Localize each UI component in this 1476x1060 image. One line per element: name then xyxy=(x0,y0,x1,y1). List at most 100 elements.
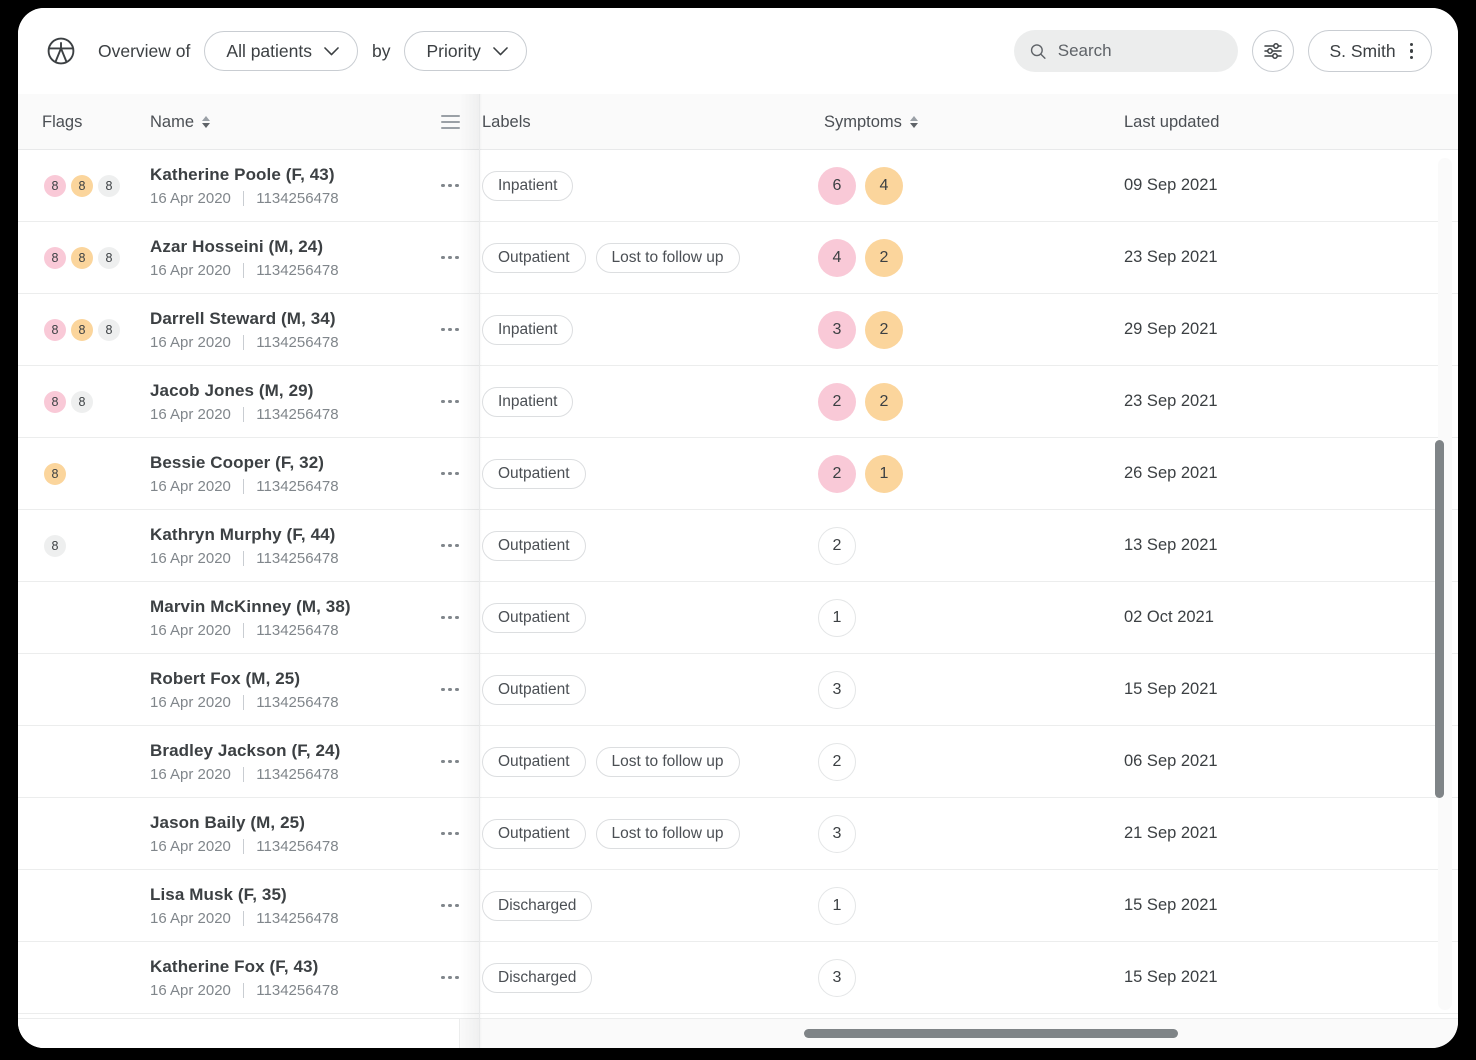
symptom-badge-pink[interactable]: 2 xyxy=(818,454,856,493)
ellipsis-horizontal-icon[interactable] xyxy=(441,399,459,404)
user-menu-button[interactable]: S. Smith xyxy=(1308,30,1432,72)
label-chip[interactable]: Outpatient xyxy=(482,242,586,273)
search-box[interactable] xyxy=(1014,30,1239,72)
column-header-flags[interactable]: Flags xyxy=(18,113,128,132)
table-row[interactable]: 8 8 8 Darrell Steward (M, 34) 16 Apr 2020 113… xyxy=(18,294,1458,366)
symptom-badge-plain[interactable]: 3 xyxy=(818,670,856,709)
ellipsis-horizontal-icon[interactable] xyxy=(441,471,459,476)
symptom-badge-plain[interactable]: 3 xyxy=(818,958,856,997)
column-header-labels[interactable]: Labels xyxy=(460,113,790,132)
vertical-scrollbar-track[interactable] xyxy=(1435,158,1452,1010)
label-chip[interactable]: Outpatient xyxy=(482,674,586,705)
label-chip[interactable]: Outpatient xyxy=(482,746,586,777)
ellipsis-horizontal-icon[interactable] xyxy=(441,687,459,692)
table-row[interactable]: 8 Kathryn Murphy (F, 44) 16 Apr 2020 113425… xyxy=(18,510,1458,582)
label-chip[interactable]: Discharged xyxy=(482,962,593,993)
table-row[interactable]: 8 8 8 Azar Hosseini (M, 24) 16 Apr 2020 11342… xyxy=(18,222,1458,294)
ellipsis-horizontal-icon[interactable] xyxy=(441,255,459,260)
symptom-badge-pink[interactable]: 4 xyxy=(818,238,856,277)
sort-arrows-icon[interactable] xyxy=(909,116,918,128)
table-row[interactable]: Jason Baily (M, 25) 16 Apr 2020 1134256478… xyxy=(18,798,1458,870)
cell-name[interactable]: Bessie Cooper (F, 32) 16 Apr 2020 11342564… xyxy=(128,438,440,509)
ellipsis-horizontal-icon[interactable] xyxy=(441,327,459,332)
ellipsis-horizontal-icon[interactable] xyxy=(441,831,459,836)
row-menu-button[interactable] xyxy=(440,726,460,797)
ellipsis-horizontal-icon[interactable] xyxy=(441,183,459,188)
cell-name[interactable]: Marvin McKinney (M, 38) 16 Apr 2020 113425… xyxy=(128,582,440,653)
ellipsis-horizontal-icon[interactable] xyxy=(441,543,459,548)
ellipsis-horizontal-icon[interactable] xyxy=(441,615,459,620)
filter-settings-button[interactable] xyxy=(1252,30,1295,72)
label-chip[interactable]: Inpatient xyxy=(482,314,574,345)
sort-arrows-icon[interactable] xyxy=(202,116,211,128)
label-chip[interactable]: Inpatient xyxy=(482,386,574,417)
row-menu-button[interactable] xyxy=(440,150,460,221)
row-menu-button[interactable] xyxy=(440,582,460,653)
row-menu-button[interactable] xyxy=(440,510,460,581)
table-row[interactable]: Lisa Musk (F, 35) 16 Apr 2020 1134256478 Di… xyxy=(18,870,1458,942)
hamburger-menu-icon[interactable] xyxy=(441,114,460,130)
flag-badge-pink[interactable]: 8 xyxy=(44,246,66,269)
cell-name[interactable]: Katherine Poole (F, 43) 16 Apr 2020 113425… xyxy=(128,150,440,221)
ellipsis-horizontal-icon[interactable] xyxy=(441,975,459,980)
row-menu-button[interactable] xyxy=(440,294,460,365)
label-chip[interactable]: Lost to follow up xyxy=(595,746,740,777)
table-row[interactable]: 8 8 8 Katherine Poole (F, 43) 16 Apr 2020 113… xyxy=(18,150,1458,222)
cell-name[interactable]: Darrell Steward (M, 34) 16 Apr 2020 113425… xyxy=(128,294,440,365)
row-menu-button[interactable] xyxy=(440,798,460,869)
column-header-symptoms[interactable]: Symptoms xyxy=(790,113,1106,132)
cell-name[interactable]: Katherine Fox (F, 43) 16 Apr 2020 11342564… xyxy=(128,942,440,1013)
ellipsis-horizontal-icon[interactable] xyxy=(441,903,459,908)
flag-badge-amber[interactable]: 8 xyxy=(71,174,93,197)
row-menu-button[interactable] xyxy=(440,438,460,509)
label-chip[interactable]: Outpatient xyxy=(482,458,586,489)
horizontal-scrollbar-track[interactable] xyxy=(18,1018,1458,1048)
scope-select-all-patients[interactable]: All patients xyxy=(204,31,358,71)
symptom-badge-plain[interactable]: 2 xyxy=(818,526,856,565)
kebab-vertical-icon[interactable] xyxy=(1406,41,1417,61)
flag-badge-grey[interactable]: 8 xyxy=(44,534,66,557)
search-input[interactable] xyxy=(1057,41,1223,61)
cell-name[interactable]: Robert Fox (M, 25) 16 Apr 2020 1134256478 xyxy=(128,654,440,725)
flag-badge-grey[interactable]: 8 xyxy=(98,246,120,269)
symptom-badge-amber[interactable]: 1 xyxy=(865,454,903,493)
table-row[interactable]: 8 Bessie Cooper (F, 32) 16 Apr 2020 1134256… xyxy=(18,438,1458,510)
cell-name[interactable]: Azar Hosseini (M, 24) 16 Apr 2020 11342564… xyxy=(128,222,440,293)
label-chip[interactable]: Outpatient xyxy=(482,602,586,633)
table-row[interactable]: Katherine Fox (F, 43) 16 Apr 2020 11342564… xyxy=(18,942,1458,1014)
cell-name[interactable]: Jason Baily (M, 25) 16 Apr 2020 1134256478 xyxy=(128,798,440,869)
flag-badge-pink[interactable]: 8 xyxy=(44,390,66,413)
cell-name[interactable]: Bradley Jackson (F, 24) 16 Apr 2020 113425… xyxy=(128,726,440,797)
label-chip[interactable]: Lost to follow up xyxy=(595,242,740,273)
row-menu-button[interactable] xyxy=(440,654,460,725)
table-row[interactable]: Bradley Jackson (F, 24) 16 Apr 2020 113425… xyxy=(18,726,1458,798)
symptom-badge-pink[interactable]: 3 xyxy=(818,310,856,349)
symptom-badge-pink[interactable]: 2 xyxy=(818,382,856,421)
table-row[interactable]: 8 8 Jacob Jones (M, 29) 16 Apr 2020 11342564… xyxy=(18,366,1458,438)
flag-badge-amber[interactable]: 8 xyxy=(44,462,66,485)
flag-badge-amber[interactable]: 8 xyxy=(71,246,93,269)
horizontal-scrollbar-thumb[interactable] xyxy=(804,1029,1178,1038)
label-chip[interactable]: Outpatient xyxy=(482,530,586,561)
row-menu-button[interactable] xyxy=(440,942,460,1013)
row-menu-button[interactable] xyxy=(440,366,460,437)
symptom-badge-amber[interactable]: 4 xyxy=(865,166,903,205)
flag-badge-grey[interactable]: 8 xyxy=(98,174,120,197)
flag-badge-pink[interactable]: 8 xyxy=(44,318,66,341)
symptom-badge-plain[interactable]: 3 xyxy=(818,814,856,853)
label-chip[interactable]: Outpatient xyxy=(482,818,586,849)
ellipsis-horizontal-icon[interactable] xyxy=(441,759,459,764)
label-chip[interactable]: Inpatient xyxy=(482,170,574,201)
table-row[interactable]: Marvin McKinney (M, 38) 16 Apr 2020 113425… xyxy=(18,582,1458,654)
symptom-badge-amber[interactable]: 2 xyxy=(865,238,903,277)
flag-badge-grey[interactable]: 8 xyxy=(71,390,93,413)
cell-name[interactable]: Lisa Musk (F, 35) 16 Apr 2020 1134256478 xyxy=(128,870,440,941)
symptom-badge-pink[interactable]: 6 xyxy=(818,166,856,205)
column-options-button[interactable] xyxy=(440,114,460,130)
symptom-badge-plain[interactable]: 2 xyxy=(818,742,856,781)
cell-name[interactable]: Jacob Jones (M, 29) 16 Apr 2020 1134256478 xyxy=(128,366,440,437)
label-chip[interactable]: Discharged xyxy=(482,890,593,921)
row-menu-button[interactable] xyxy=(440,870,460,941)
row-menu-button[interactable] xyxy=(440,222,460,293)
vertical-scrollbar-thumb[interactable] xyxy=(1435,440,1444,798)
